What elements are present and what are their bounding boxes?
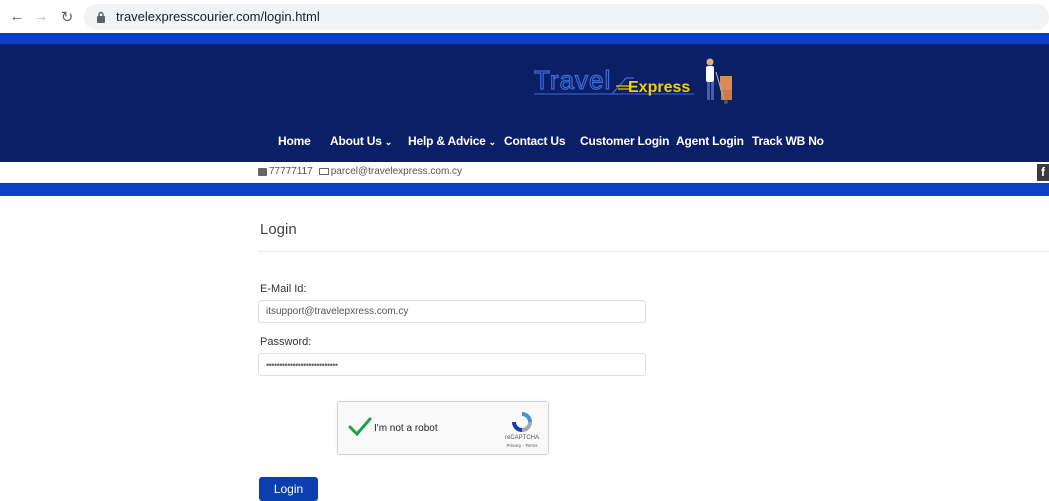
lock-icon xyxy=(96,11,108,23)
checkmark-icon[interactable] xyxy=(348,414,372,438)
nav-help-advice[interactable]: Help & Advice ⌄ xyxy=(408,134,496,148)
phone-number: 77777117 xyxy=(269,166,313,177)
nav-home[interactable]: Home xyxy=(278,134,311,148)
nav-agent-login-label: Agent Login xyxy=(676,134,744,148)
password-field-value: ••••••••••••••••••••••••••• xyxy=(266,359,338,370)
browser-toolbar: ← → ↻ travelexpresscourier.com/login.htm… xyxy=(0,0,1049,33)
recaptcha-logo-icon xyxy=(510,410,534,434)
recaptcha-widget: I'm not a robot reCAPTCHA Privacy - Term… xyxy=(337,401,549,455)
nav-customer-login[interactable]: Customer Login xyxy=(580,134,669,148)
forward-arrow-icon[interactable]: → xyxy=(30,6,52,28)
password-label: Password: xyxy=(260,336,312,348)
url-text: travelexpresscourier.com/login.html xyxy=(116,9,320,24)
password-field[interactable]: ••••••••••••••••••••••••••• xyxy=(258,353,646,376)
nav-about-label: About Us xyxy=(330,134,382,148)
nav-track-wb[interactable]: Track WB No xyxy=(752,134,824,148)
chevron-down-icon: ⌄ xyxy=(488,137,497,147)
recaptcha-brand: reCAPTCHA xyxy=(504,435,539,441)
site-header: Travel Express Home About Us ⌄ Help & Adv… xyxy=(0,44,1049,162)
email-label: E-Mail Id: xyxy=(260,283,307,295)
page-title: Login xyxy=(260,221,297,238)
envelope-icon xyxy=(318,168,329,175)
email-field-value: itsupport@travelepxress.com.cy xyxy=(266,306,409,317)
email-address[interactable]: parcel@travelexpress.com.cy xyxy=(331,166,462,177)
nav-contact-us[interactable]: Contact Us xyxy=(504,134,566,148)
logo-word-travel: Travel xyxy=(534,65,611,95)
contact-bar: 77777117 parcel@travelexpress.com.cy f xyxy=(0,162,1049,183)
back-arrow-icon[interactable]: ← xyxy=(6,6,28,28)
email-field[interactable]: itsupport@travelepxress.com.cy xyxy=(258,300,646,323)
facebook-icon[interactable]: f xyxy=(1037,164,1049,181)
nav-customer-login-label: Customer Login xyxy=(580,134,670,148)
reload-icon[interactable]: ↻ xyxy=(56,6,78,28)
chevron-down-icon: ⌄ xyxy=(384,137,393,147)
nav-agent-login[interactable]: Agent Login xyxy=(676,134,744,148)
address-bar[interactable]: travelexpresscourier.com/login.html xyxy=(84,3,1049,30)
site-logo[interactable]: Travel Express xyxy=(533,56,746,108)
nav-contact-label: Contact Us xyxy=(504,134,566,148)
nav-track-label: Track WB No xyxy=(752,134,824,148)
nav-about-us[interactable]: About Us ⌄ xyxy=(330,134,392,148)
divider xyxy=(258,251,1049,252)
logo-word-express: Express xyxy=(628,79,690,96)
login-button[interactable]: Login xyxy=(259,477,318,501)
contact-info: 77777117 parcel@travelexpress.com.cy xyxy=(258,166,462,177)
top-blue-strip xyxy=(0,33,1049,44)
recaptcha-terms[interactable]: Privacy - Terms xyxy=(497,443,547,448)
nav-help-label: Help & Advice xyxy=(408,134,486,148)
main-nav: Home About Us ⌄ Help & Advice ⌄ Contact Us… xyxy=(0,134,1049,152)
nav-home-label: Home xyxy=(278,134,311,148)
recaptcha-label[interactable]: I'm not a robot xyxy=(374,423,438,434)
bottom-blue-strip xyxy=(0,183,1049,196)
phone-icon xyxy=(258,167,267,176)
